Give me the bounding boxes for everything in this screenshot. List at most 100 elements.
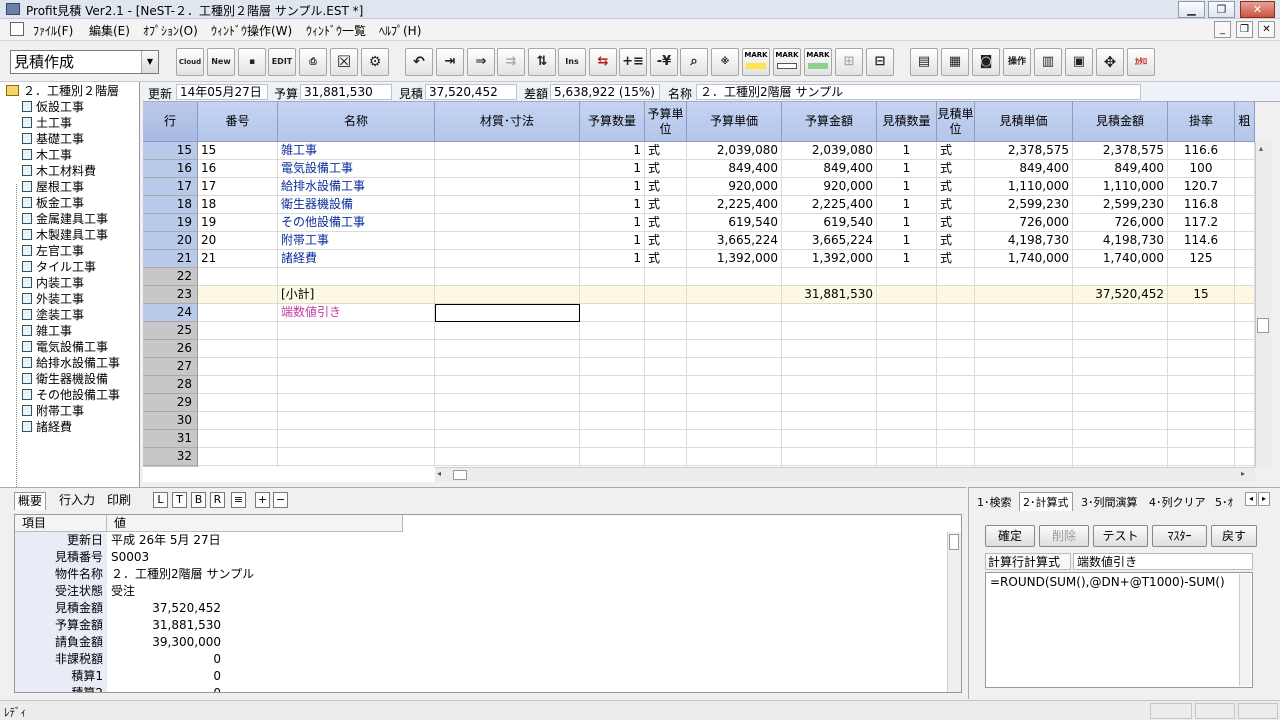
row-number[interactable]: 17 (143, 178, 198, 196)
grid-cell[interactable]: その他設備工事 (278, 214, 435, 232)
prop-row[interactable]: 積算1 0 (15, 668, 945, 685)
row-paste-icon[interactable]: ⇒ (467, 48, 495, 76)
table-row[interactable]: 31 (143, 430, 1255, 448)
row-number[interactable]: 20 (143, 232, 198, 250)
grid-cell[interactable]: 15 (198, 142, 278, 160)
collapse-button[interactable]: − (273, 492, 288, 508)
selected-cell[interactable] (435, 304, 580, 322)
grid-cell[interactable]: 1 (877, 178, 937, 196)
grid-cell[interactable] (877, 394, 937, 412)
grid-cell[interactable]: 920,000 (687, 178, 782, 196)
grid-cell[interactable] (877, 340, 937, 358)
grid-cell[interactable] (1073, 340, 1168, 358)
row-number[interactable]: 23 (143, 286, 198, 304)
grid-cell[interactable]: 1 (877, 232, 937, 250)
tree-item[interactable]: 附帯工事 (22, 403, 84, 419)
grid-cell[interactable]: 849,400 (975, 160, 1073, 178)
grid-cell[interactable] (687, 448, 782, 466)
row-number[interactable]: 29 (143, 394, 198, 412)
prop-row[interactable]: 物件名称 ２．工種別2階層 サンプル (15, 566, 945, 583)
formula-scrollbar[interactable] (1239, 574, 1251, 686)
row-number[interactable]: 27 (143, 358, 198, 376)
grid-cell[interactable] (198, 322, 278, 340)
row-number[interactable]: 30 (143, 412, 198, 430)
table-row[interactable]: 15 15 雑工事 1 式 2,039,080 2,039,080 1 式 2,378,575 2,… (143, 142, 1255, 160)
grid-cell[interactable]: 端数値引き (278, 304, 435, 322)
grid-cell[interactable]: 諸経費 (278, 250, 435, 268)
grid-cell[interactable]: 式 (645, 214, 687, 232)
grid-cell[interactable]: 給排水設備工事 (278, 178, 435, 196)
grid-cell[interactable] (198, 376, 278, 394)
column-header[interactable]: 行 (143, 102, 198, 142)
grid-cell[interactable] (645, 376, 687, 394)
grid-cell[interactable]: 式 (645, 178, 687, 196)
grid-cell[interactable]: 式 (645, 142, 687, 160)
yen-icon[interactable]: -¥ (650, 48, 678, 76)
view2-icon[interactable]: ▦ (941, 48, 969, 76)
row-number[interactable]: 26 (143, 340, 198, 358)
row-number[interactable]: 18 (143, 196, 198, 214)
prop-row[interactable]: 予算金額 31,881,530 (15, 617, 945, 634)
grid-cell[interactable] (1168, 448, 1235, 466)
settings-icon[interactable]: ⚙ (361, 48, 389, 76)
grid-cell[interactable]: 1 (580, 178, 645, 196)
grid-cell[interactable] (580, 412, 645, 430)
grid-cell[interactable]: 125 (1168, 250, 1235, 268)
grid-cell[interactable] (975, 340, 1073, 358)
grid-cell[interactable] (435, 232, 580, 250)
grid-cell[interactable]: 式 (937, 178, 975, 196)
prop-value[interactable]: 0 (107, 685, 221, 692)
grid-cell[interactable] (198, 448, 278, 466)
grid-cell[interactable] (782, 412, 877, 430)
tree-item[interactable]: 木工事 (22, 147, 72, 163)
grid-cell[interactable] (1235, 358, 1255, 376)
column-header[interactable]: 予算数量 (580, 102, 645, 142)
grid-cell[interactable] (687, 394, 782, 412)
column-header[interactable]: 見積金額 (1073, 102, 1168, 142)
grid-cell[interactable]: 式 (645, 196, 687, 214)
tree-item[interactable]: タイル工事 (22, 259, 96, 275)
grid-cell[interactable]: 116.6 (1168, 142, 1235, 160)
table-row[interactable]: 30 (143, 412, 1255, 430)
minimize-button[interactable]: ▁ (1178, 1, 1205, 18)
scroll-up-icon[interactable]: ▴ (1259, 144, 1263, 153)
row-number[interactable]: 32 (143, 448, 198, 466)
grid-cell[interactable]: 1,392,000 (687, 250, 782, 268)
prop-value[interactable]: 平成 26年 5月 27日 (111, 532, 511, 549)
grid-cell[interactable] (645, 430, 687, 448)
grid-cell[interactable] (975, 322, 1073, 340)
table-row[interactable]: 23 [小計] 31,881,530 37,520,452 15 (143, 286, 1255, 304)
grid-cell[interactable]: 2,225,400 (687, 196, 782, 214)
grid-cell[interactable]: 1 (877, 196, 937, 214)
grid-cell[interactable]: 式 (937, 214, 975, 232)
grid-cell[interactable]: 619,540 (782, 214, 877, 232)
move-icon[interactable]: ✥ (1096, 48, 1124, 76)
grid-cell[interactable] (278, 340, 435, 358)
grid-cell[interactable] (1073, 268, 1168, 286)
tab-search[interactable]: 1･検索 (977, 494, 1012, 510)
prop-value[interactable]: 39,300,000 (107, 634, 221, 651)
grid-cell[interactable] (278, 358, 435, 376)
grid-cell[interactable] (877, 412, 937, 430)
formula-editor[interactable]: =ROUND(SUM(),@DN+@T1000)-SUM() (985, 572, 1253, 688)
prop-row[interactable]: 見積金額 37,520,452 (15, 600, 945, 617)
grid-cell[interactable] (278, 376, 435, 394)
row-number[interactable]: 22 (143, 268, 198, 286)
grid-cell[interactable] (645, 286, 687, 304)
grid-cell[interactable] (937, 286, 975, 304)
grid-cell[interactable] (937, 268, 975, 286)
grid-cell[interactable]: 1,740,000 (975, 250, 1073, 268)
grid-cell[interactable] (877, 322, 937, 340)
grid-cell[interactable] (1168, 358, 1235, 376)
scroll-left-icon[interactable]: ◂ (437, 469, 441, 478)
search-icon[interactable]: ⌕ (680, 48, 708, 76)
grid-cell[interactable]: 1 (580, 232, 645, 250)
grid-cell[interactable] (1235, 340, 1255, 358)
grid-cell[interactable] (1235, 394, 1255, 412)
tree-item[interactable]: 基礎工事 (22, 131, 84, 147)
tree-item[interactable]: 雑工事 (22, 323, 72, 339)
grid-cell[interactable] (645, 322, 687, 340)
grid-cell[interactable]: 726,000 (975, 214, 1073, 232)
grid-cell[interactable] (198, 394, 278, 412)
property-scrollbar[interactable] (947, 532, 961, 692)
